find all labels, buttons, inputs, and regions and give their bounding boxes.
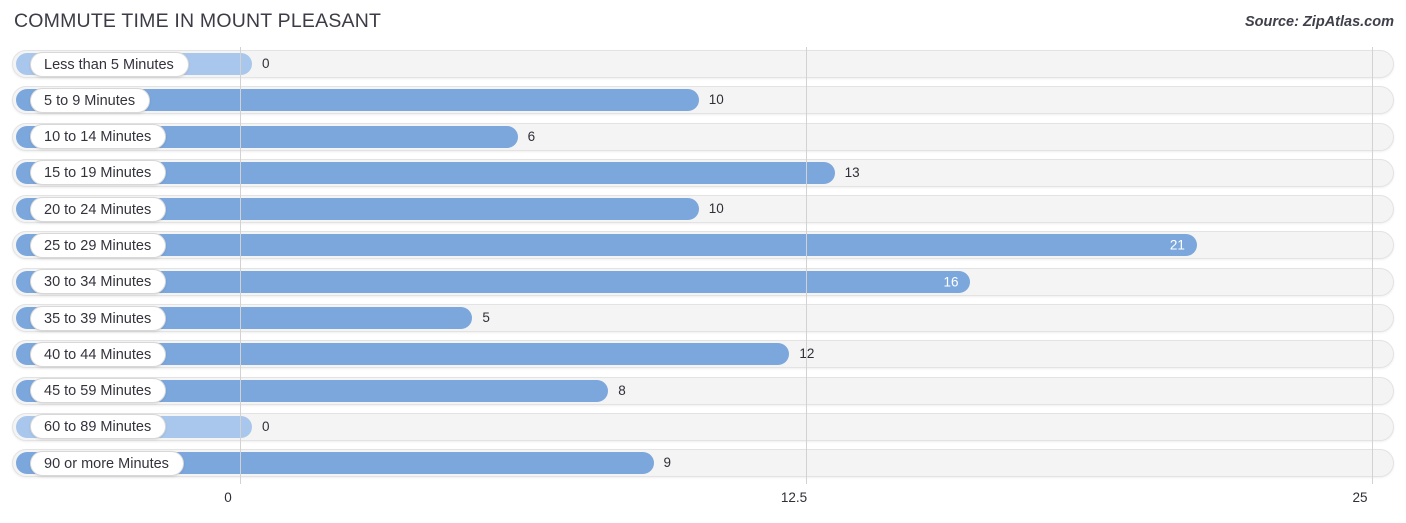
- bar-row[interactable]: 0 60 to 89 Minutes: [0, 410, 1406, 446]
- bar-value-label: 8: [618, 382, 626, 398]
- bar-row[interactable]: 16 30 to 34 Minutes: [0, 265, 1406, 301]
- category-label: 10 to 14 Minutes: [30, 124, 167, 150]
- page-title: COMMUTE TIME IN MOUNT PLEASANT: [14, 10, 382, 32]
- bar-row[interactable]: 5 35 to 39 Minutes: [0, 301, 1406, 337]
- bar-value-label: 16: [943, 274, 959, 290]
- category-label: 60 to 89 Minutes: [30, 414, 167, 440]
- category-label: 40 to 44 Minutes: [30, 341, 167, 367]
- bar-row[interactable]: 10 5 to 9 Minutes: [0, 83, 1406, 119]
- category-label: 35 to 39 Minutes: [30, 305, 167, 331]
- category-label: 5 to 9 Minutes: [30, 87, 151, 113]
- bar-row[interactable]: 6 10 to 14 Minutes: [0, 120, 1406, 156]
- bar-value-label: 10: [708, 92, 724, 108]
- category-label: Less than 5 Minutes: [30, 51, 189, 77]
- x-tick-label: 12.5: [780, 490, 808, 505]
- category-label: 20 to 24 Minutes: [30, 196, 167, 222]
- category-label: 30 to 34 Minutes: [30, 269, 167, 295]
- bar-value-label: 21: [1169, 237, 1185, 253]
- bar[interactable]: 21: [16, 234, 1197, 257]
- bar-row[interactable]: 9 90 or more Minutes: [0, 446, 1406, 482]
- bar-row[interactable]: 10 20 to 24 Minutes: [0, 192, 1406, 228]
- plot-area: 0 Less than 5 Minutes 10 5 to 9 Minutes 6 10 …: [0, 47, 1406, 484]
- source-attribution: Source: ZipAtlas.com: [1244, 14, 1394, 30]
- bar-value-label: 12: [799, 346, 815, 362]
- bar-rows: 0 Less than 5 Minutes 10 5 to 9 Minutes 6 10 …: [0, 47, 1406, 483]
- bar-row[interactable]: 21 25 to 29 Minutes: [0, 228, 1406, 264]
- bar-value-label: 10: [708, 201, 724, 217]
- category-label: 45 to 59 Minutes: [30, 378, 167, 404]
- bar-row[interactable]: 0 Less than 5 Minutes: [0, 47, 1406, 83]
- bar-value-label: 5: [482, 310, 490, 326]
- x-axis: 0 12.5 25: [0, 484, 1406, 523]
- chart-container: COMMUTE TIME IN MOUNT PLEASANT Source: Z…: [0, 0, 1406, 523]
- bar-value-label: 6: [527, 128, 536, 144]
- x-tick-label: 0: [224, 490, 232, 505]
- x-tick-label: 25: [1352, 490, 1368, 505]
- category-label: 25 to 29 Minutes: [30, 232, 167, 258]
- category-label: 15 to 19 Minutes: [30, 160, 167, 186]
- bar-row[interactable]: 12 40 to 44 Minutes: [0, 337, 1406, 373]
- bar-value-label: 13: [844, 164, 860, 180]
- category-label: 90 or more Minutes: [30, 450, 184, 476]
- bar-row[interactable]: 8 45 to 59 Minutes: [0, 374, 1406, 410]
- bar-value-label: 0: [262, 418, 270, 434]
- bar-value-label: 0: [262, 56, 270, 71]
- bar-value-label: 9: [663, 455, 672, 471]
- bar-row[interactable]: 13 15 to 19 Minutes: [0, 156, 1406, 192]
